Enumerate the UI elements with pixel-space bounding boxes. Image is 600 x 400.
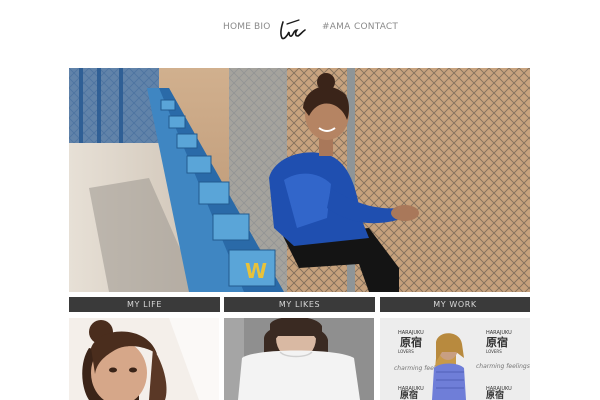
my-work-thumbnail[interactable]: HARAJUKU 原宿 LOVERS HARAJUKU 原宿 LOVERS ch… [380,318,530,400]
nav-home-link[interactable]: HOME [223,22,251,32]
hero-photo: W [69,68,530,292]
brand-chinese-right: 原宿 [486,335,508,349]
my-likes-thumbnail[interactable] [224,318,374,400]
top-nav: HOME BIO #AMA CONTACT [0,0,600,60]
my-life-thumbnail[interactable] [69,318,219,400]
tagline-right: charming feelings [476,363,530,370]
nav-bio-link[interactable]: BIO [254,22,271,32]
hero-scene: W [69,68,530,292]
tab-my-work[interactable]: MY WORK [380,297,530,312]
nav-ama-link[interactable]: #AMA [322,22,350,32]
brand-bottom-left: LOVERS [398,349,414,354]
my-likes-photo [224,318,374,400]
tab-my-likes[interactable]: MY LIKES [224,297,375,312]
signature-logo[interactable] [277,16,307,44]
brand-chinese-bottom-left: 原宿 [400,389,418,400]
nav-contact-link[interactable]: CONTACT [354,22,398,32]
my-work-photo: HARAJUKU 原宿 LOVERS HARAJUKU 原宿 LOVERS ch… [380,318,530,400]
brand-chinese-bottom-right: 原宿 [486,389,504,400]
tab-my-life[interactable]: MY LIFE [69,297,220,312]
signature-logo-icon [280,19,306,40]
brand-bottom-right: LOVERS [486,349,502,354]
my-life-photo [69,318,219,400]
svg-text:W: W [245,259,267,283]
brand-chinese-left: 原宿 [400,335,422,349]
